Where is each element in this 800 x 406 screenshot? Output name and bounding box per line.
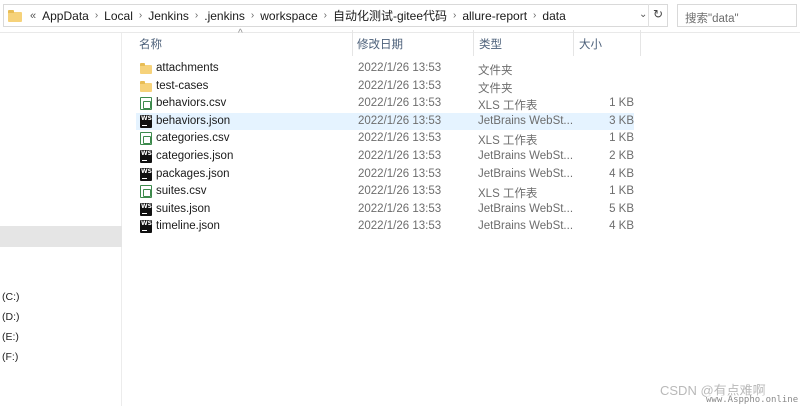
column-header-type[interactable]: 类型 (479, 36, 502, 54)
file-date: 2022/1/26 13:53 (358, 114, 442, 127)
folder-icon (140, 62, 152, 75)
file-size: 2 KB (609, 150, 634, 162)
file-row[interactable]: timeline.json 2022/1/26 13:53 JetBrains … (136, 218, 634, 236)
file-date: 2022/1/26 13:53 (358, 132, 442, 145)
file-name: behaviors.csv (156, 97, 227, 110)
chevron-right-icon[interactable]: › (251, 10, 254, 21)
file-date: 2022/1/26 13:53 (358, 185, 442, 198)
search-box[interactable]: 搜索"data" (677, 4, 797, 27)
file-row[interactable]: categories.csv 2022/1/26 13:53 XLS 工作表 1… (136, 130, 634, 148)
refresh-icon: ↻ (653, 7, 664, 21)
webstorm-file-icon (140, 150, 152, 163)
file-name: timeline.json (156, 220, 220, 233)
csv-file-icon (140, 185, 152, 199)
column-divider[interactable] (640, 30, 641, 56)
history-dropdown-icon[interactable]: ⌄ (639, 9, 647, 20)
navigation-pane: (C:) (D:) (E:) (F:) (0, 33, 122, 406)
sort-ascending-icon: ^ (238, 28, 243, 39)
file-type: 文件夹 (478, 65, 513, 77)
file-row[interactable]: test-cases 2022/1/26 13:53 文件夹 (136, 78, 634, 96)
file-type: XLS 工作表 (478, 188, 538, 201)
webstorm-file-icon (140, 167, 152, 181)
breadcrumb-workspace[interactable]: workspace (260, 9, 317, 23)
file-size: 1 KB (609, 185, 634, 198)
file-size: 4 KB (609, 220, 634, 233)
breadcrumb-allure-report[interactable]: allure-report (462, 9, 527, 23)
file-type: JetBrains WebSt... (478, 114, 574, 127)
overflow-chevron-icon[interactable]: « (30, 10, 36, 22)
folder-icon (8, 9, 24, 22)
file-row[interactable]: suites.json 2022/1/26 13:53 JetBrains We… (136, 201, 634, 219)
column-divider[interactable] (573, 30, 574, 56)
webstorm-file-icon (140, 114, 152, 128)
drive-e[interactable]: (E:) (2, 331, 19, 343)
file-row[interactable]: packages.json 2022/1/26 13:53 JetBrains … (136, 166, 634, 184)
chevron-right-icon[interactable]: › (139, 10, 142, 21)
file-type: JetBrains WebSt... (478, 167, 574, 180)
file-name: categories.csv (156, 132, 230, 145)
file-date: 2022/1/26 13:53 (358, 62, 442, 74)
column-divider[interactable] (473, 30, 474, 56)
file-date: 2022/1/26 13:53 (358, 97, 442, 110)
column-divider[interactable] (352, 30, 353, 56)
file-name: suites.json (156, 202, 211, 215)
file-date: 2022/1/26 13:53 (358, 167, 442, 180)
csv-file-icon (140, 97, 152, 111)
file-name: suites.csv (156, 185, 207, 198)
file-size: 1 KB (609, 97, 634, 110)
column-header-size[interactable]: 大小 (579, 36, 602, 54)
site-watermark: www.Asppho.online (706, 395, 799, 405)
drive-d[interactable]: (D:) (2, 311, 20, 323)
file-type: JetBrains WebSt... (478, 202, 574, 215)
drive-c[interactable]: (C:) (2, 291, 20, 303)
breadcrumb-dot-jenkins[interactable]: .jenkins (204, 9, 245, 23)
chevron-right-icon[interactable]: › (324, 10, 327, 21)
file-date: 2022/1/26 13:53 (358, 150, 442, 162)
address-bar-area: « AppData › Local › Jenkins › .jenkins ›… (0, 0, 800, 33)
breadcrumb-appdata[interactable]: AppData (42, 9, 89, 23)
nav-selected-item[interactable] (0, 226, 122, 247)
csv-file-icon (140, 132, 152, 146)
file-type: 文件夹 (478, 82, 513, 95)
file-name: behaviors.json (156, 114, 231, 127)
webstorm-file-icon (140, 202, 152, 216)
file-type: XLS 工作表 (478, 100, 538, 113)
drive-f[interactable]: (F:) (2, 351, 18, 363)
webstorm-file-icon (140, 220, 152, 234)
breadcrumb-project[interactable]: 自动化测试-gitee代码 (333, 7, 447, 24)
breadcrumb-local[interactable]: Local (104, 9, 133, 23)
file-date: 2022/1/26 13:53 (358, 220, 442, 233)
file-date: 2022/1/26 13:53 (358, 79, 442, 92)
file-row-hovered[interactable]: behaviors.json 2022/1/26 13:53 JetBrains… (136, 112, 634, 131)
folder-icon (140, 80, 152, 93)
file-name: packages.json (156, 167, 230, 180)
file-type: JetBrains WebSt... (478, 150, 574, 162)
file-row[interactable]: suites.csv 2022/1/26 13:53 XLS 工作表 1 KB (136, 183, 634, 201)
refresh-button[interactable]: ↻ (648, 4, 668, 27)
breadcrumb-jenkins[interactable]: Jenkins (148, 9, 189, 23)
file-size: 1 KB (609, 132, 634, 145)
file-row[interactable]: categories.json 2022/1/26 13:53 JetBrain… (136, 148, 634, 166)
column-header-date[interactable]: 修改日期 (357, 36, 403, 54)
chevron-right-icon[interactable]: › (195, 10, 198, 21)
chevron-right-icon[interactable]: › (453, 10, 456, 21)
file-type: JetBrains WebSt... (478, 220, 574, 233)
breadcrumb-data[interactable]: data (542, 9, 565, 23)
file-row[interactable]: attachments 2022/1/26 13:53 文件夹 (136, 60, 634, 78)
file-size: 4 KB (609, 167, 634, 180)
file-name: test-cases (156, 79, 209, 92)
file-size: 5 KB (609, 202, 634, 215)
file-row[interactable]: behaviors.csv 2022/1/26 13:53 XLS 工作表 1 … (136, 95, 634, 113)
search-input[interactable]: 搜索"data" (685, 10, 739, 26)
file-name: categories.json (156, 150, 234, 162)
file-type: XLS 工作表 (478, 135, 538, 148)
address-bar[interactable]: « AppData › Local › Jenkins › .jenkins ›… (3, 4, 668, 27)
column-header-name[interactable]: 名称 (139, 36, 162, 54)
chevron-right-icon[interactable]: › (95, 10, 98, 21)
file-size: 3 KB (609, 114, 634, 127)
file-date: 2022/1/26 13:53 (358, 202, 442, 215)
file-name: attachments (156, 62, 219, 74)
chevron-right-icon[interactable]: › (533, 10, 536, 21)
